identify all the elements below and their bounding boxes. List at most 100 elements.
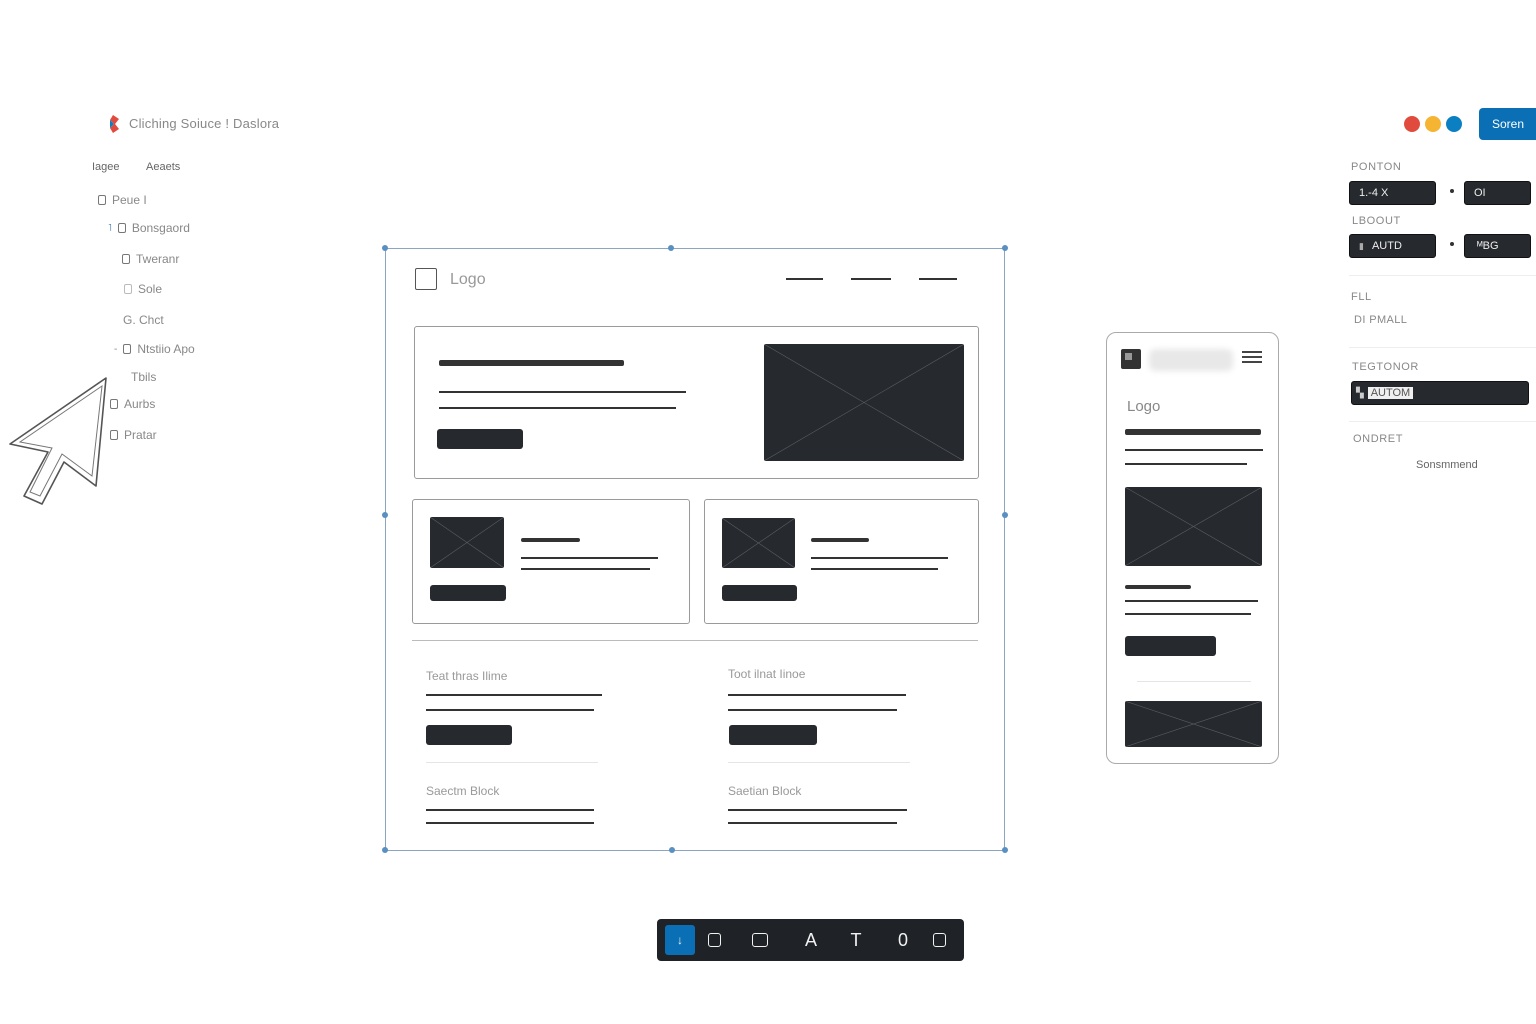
resize-handle[interactable]: [382, 512, 388, 518]
lock-icon: ▮: [1359, 240, 1364, 251]
resize-handle[interactable]: [1002, 512, 1008, 518]
card-text-line: [811, 557, 948, 559]
mobile-button[interactable]: [1125, 636, 1216, 656]
layer-item[interactable]: ˥ Bonsgaord: [108, 221, 190, 235]
layer-item[interactable]: Pratar: [110, 428, 157, 442]
text-tool[interactable]: T: [841, 925, 871, 955]
layer-item[interactable]: Peue I: [98, 193, 147, 207]
resize-handle[interactable]: [1002, 245, 1008, 251]
section-block-heading: Saetian Block: [728, 784, 802, 798]
text-tool-icon: T: [850, 929, 862, 950]
text-line: [426, 809, 594, 811]
layer-item[interactable]: Sole: [124, 282, 162, 296]
traffic-light-yellow[interactable]: [1425, 116, 1441, 132]
move-tool[interactable]: ↓: [665, 925, 695, 955]
layer-label: Tbils: [131, 370, 157, 384]
nav-link: [786, 278, 823, 280]
layer-label: Ntstiio Apo: [137, 342, 195, 356]
fill-value[interactable]: DI PMALL: [1354, 314, 1407, 326]
resize-handle[interactable]: [669, 847, 675, 853]
text-style-icon: ▚: [1356, 387, 1364, 399]
card-heading: [811, 538, 869, 542]
app-logo-icon: [110, 115, 119, 133]
mobile-text-line: [1125, 463, 1247, 465]
traffic-light-blue[interactable]: [1446, 116, 1462, 132]
app-icon: [1121, 349, 1141, 369]
share-button[interactable]: Soren: [1479, 108, 1536, 140]
frame-icon: [117, 223, 126, 233]
image-placeholder-icon: [764, 344, 964, 461]
nav-link: [919, 278, 957, 280]
resize-handle[interactable]: [382, 245, 388, 251]
frame-icon: [110, 430, 118, 440]
row-divider: [426, 762, 598, 763]
frame-icon: [124, 284, 132, 294]
row-divider: [728, 762, 910, 763]
wireframe-logo-text: Logo: [450, 271, 486, 288]
chevron-icon[interactable]: ˥: [108, 223, 112, 234]
card-button[interactable]: [722, 585, 797, 601]
layer-item[interactable]: - Ntstiio Apo: [114, 342, 195, 356]
ellipse-tool[interactable]: 0: [888, 925, 918, 955]
bottom-toolbar: ↓ A T 0: [657, 919, 964, 961]
mobile-divider: [1137, 681, 1251, 682]
layout-value: AUTD: [1371, 240, 1402, 252]
text-block-button[interactable]: [729, 725, 817, 745]
hero-text-line: [439, 407, 676, 409]
text-line: [728, 709, 897, 711]
layout-input[interactable]: ▮ AUTD: [1349, 234, 1436, 258]
resize-handle[interactable]: [668, 245, 674, 251]
text-line: [728, 822, 897, 824]
position-y-input[interactable]: OI: [1464, 181, 1531, 205]
text-style-input[interactable]: ▚ AUTOM: [1351, 381, 1529, 405]
move-tool-icon: ↓: [677, 933, 683, 947]
component-tool[interactable]: [924, 925, 954, 955]
layer-label: G. Chct: [123, 313, 164, 327]
mobile-text-line: [1125, 600, 1258, 602]
layout-label: LBOOUT: [1352, 215, 1401, 227]
tab-assets[interactable]: Aeaets: [146, 161, 180, 173]
mobile-artboard[interactable]: Logo: [1106, 332, 1279, 764]
frame-icon: [123, 344, 132, 354]
pen-tool[interactable]: A: [796, 925, 826, 955]
text-block-heading: Teat thras Ilime: [426, 669, 508, 683]
feature-card[interactable]: [704, 499, 979, 624]
hero-heading: [439, 360, 624, 366]
layer-label: Bonsgaord: [131, 221, 190, 235]
rectangle-tool[interactable]: [745, 925, 775, 955]
chevron-icon[interactable]: -: [114, 344, 117, 355]
resize-handle[interactable]: [382, 847, 388, 853]
fill-label: FLL: [1351, 291, 1372, 303]
traffic-light-red[interactable]: [1404, 116, 1420, 132]
layer-item[interactable]: Tweranr: [122, 252, 179, 266]
hero-card[interactable]: [414, 326, 979, 479]
layer-item[interactable]: G. Chct: [123, 313, 164, 327]
layout-secondary-input[interactable]: ᴹBG: [1464, 234, 1531, 258]
separator-dot: [1450, 242, 1454, 246]
text-block-button[interactable]: [426, 725, 512, 745]
export-value[interactable]: Sonsmmend: [1416, 459, 1478, 471]
logo-placeholder-icon: [415, 268, 437, 290]
frame-icon: [110, 399, 118, 409]
resize-handle[interactable]: [1002, 847, 1008, 853]
frame-tool-icon: [707, 933, 721, 947]
feature-card[interactable]: [412, 499, 690, 624]
tab-layers[interactable]: Iagee: [92, 161, 120, 173]
hamburger-menu-icon[interactable]: [1242, 351, 1262, 363]
hero-button[interactable]: [437, 429, 523, 449]
card-text-line: [811, 568, 938, 570]
panel-divider: [1349, 421, 1536, 422]
image-placeholder-icon: [1125, 701, 1262, 747]
text-line: [728, 694, 906, 696]
layer-item[interactable]: Aurbs: [110, 397, 155, 411]
card-button[interactable]: [430, 585, 506, 601]
position-x-input[interactable]: 1.-4 X: [1349, 181, 1436, 205]
frame-icon: [98, 195, 106, 205]
card-text-line: [521, 557, 658, 559]
layer-item[interactable]: Tbils: [131, 370, 156, 384]
frame-tool[interactable]: [699, 925, 729, 955]
desktop-artboard[interactable]: Logo Teat thras Ilime Toot ilnat Iinoe S…: [385, 248, 1005, 851]
layer-label: Peue I: [112, 193, 147, 207]
blurred-header: [1149, 349, 1233, 371]
section-block-heading: Saectm Block: [426, 784, 500, 798]
